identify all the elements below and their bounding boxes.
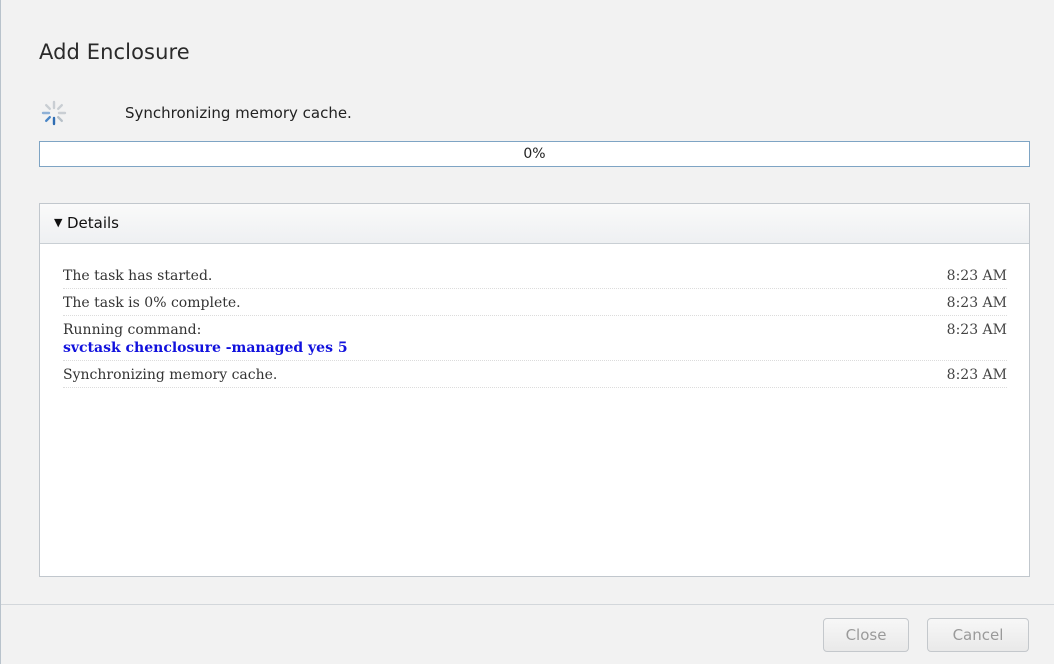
log-time: 8:23 AM — [946, 322, 1007, 338]
log-text: The task has started. — [63, 268, 213, 284]
log-command: svctask chenclosure -managed yes 5 — [63, 340, 348, 356]
log-list: The task has started. 8:23 AM The task i… — [63, 266, 1007, 392]
log-text: Synchronizing memory cache. — [63, 367, 278, 383]
progress-bar: 0% — [39, 141, 1030, 167]
spinner-icon — [41, 100, 67, 126]
close-button[interactable]: Close — [823, 618, 909, 652]
log-text: The task is 0% complete. — [63, 295, 241, 311]
log-entry: The task is 0% complete. 8:23 AM — [63, 293, 1007, 316]
details-panel: ▼ Details The task has started. 8:23 AM … — [39, 203, 1030, 577]
add-enclosure-dialog: Add Enclosure Synchronizing memory cache… — [0, 0, 1054, 664]
log-entry: Running command: 8:23 AM svctask chenclo… — [63, 320, 1007, 361]
dialog-title: Add Enclosure — [39, 40, 190, 64]
cancel-button[interactable]: Cancel — [927, 618, 1029, 652]
log-time: 8:23 AM — [946, 367, 1007, 383]
status-text: Synchronizing memory cache. — [125, 104, 352, 122]
log-text: Running command: — [63, 322, 202, 338]
caret-down-icon: ▼ — [54, 216, 63, 229]
details-toggle[interactable]: ▼ Details — [40, 204, 1029, 244]
footer-divider — [1, 604, 1054, 605]
log-entry: The task has started. 8:23 AM — [63, 266, 1007, 289]
details-title: Details — [67, 214, 120, 232]
log-time: 8:23 AM — [946, 268, 1007, 284]
log-entry: Synchronizing memory cache. 8:23 AM — [63, 365, 1007, 388]
progress-label: 0% — [523, 146, 546, 162]
log-time: 8:23 AM — [946, 295, 1007, 311]
